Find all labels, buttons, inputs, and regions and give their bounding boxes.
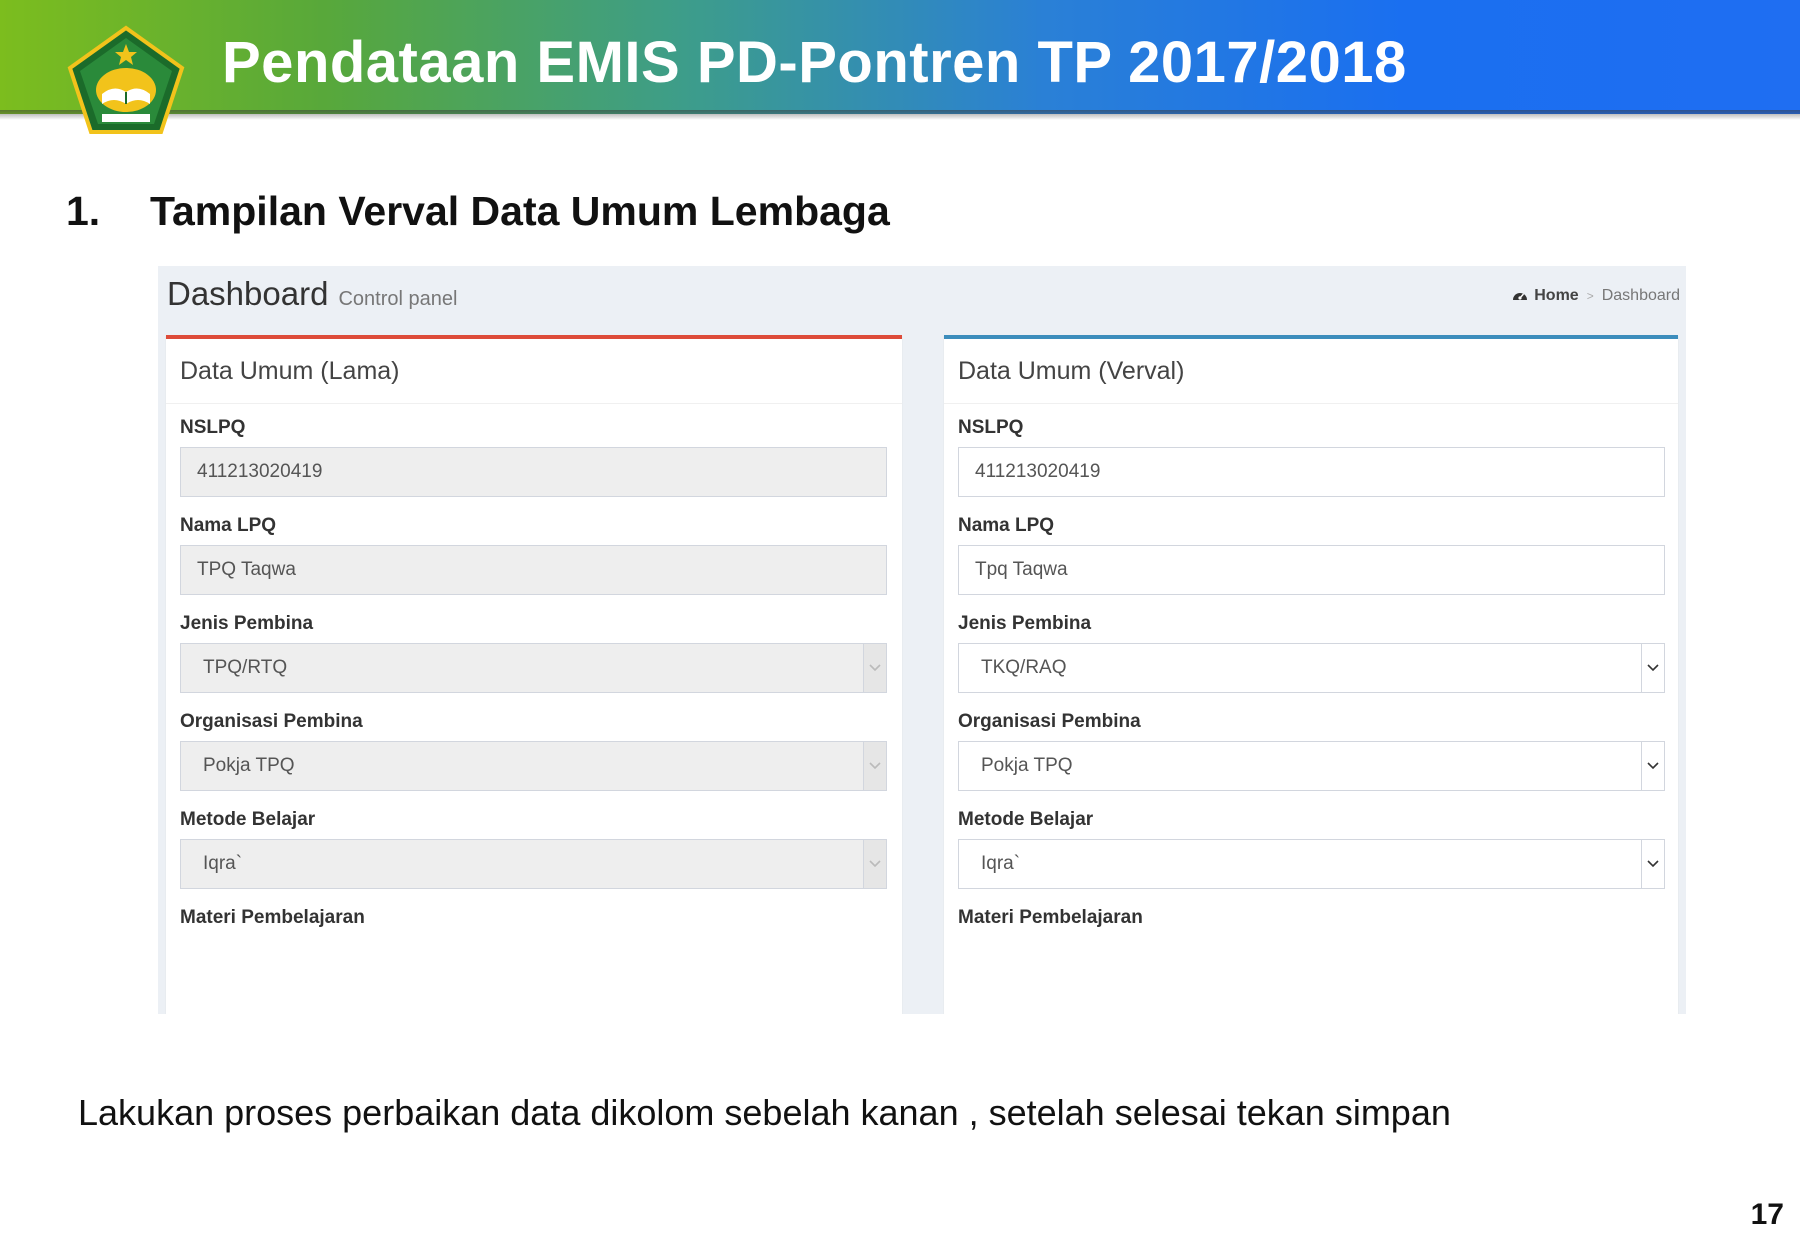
nslpq-label: NSLPQ	[180, 417, 246, 438]
breadcrumb-separator: >	[1586, 289, 1594, 303]
dropdown-button	[863, 742, 886, 790]
dashboard-icon	[1513, 293, 1528, 300]
organisasi-pembina-select[interactable]: Pokja TPQ	[958, 741, 1665, 791]
nslpq-label: NSLPQ	[958, 417, 1024, 438]
jenis-pembina-select-disabled: TPQ/RTQ	[180, 643, 887, 693]
breadcrumb: Home > Dashboard	[1512, 286, 1680, 306]
jenis-pembina-label: Jenis Pembina	[958, 613, 1092, 634]
metode-belajar-value: Iqra`	[981, 853, 1021, 874]
jenis-pembina-value: TKQ/RAQ	[981, 657, 1067, 678]
materi-pembelajaran-label: Materi Pembelajaran	[180, 907, 365, 928]
dropdown-button[interactable]	[1641, 644, 1664, 692]
jenis-pembina-value: TPQ/RTQ	[203, 657, 288, 678]
dropdown-button	[863, 840, 886, 888]
organisasi-pembina-label: Organisasi Pembina	[958, 711, 1141, 732]
panel-title: Data Umum (Lama)	[166, 339, 902, 404]
page-number: 17	[1750, 1198, 1784, 1231]
panel-title: Data Umum (Verval)	[944, 339, 1678, 404]
metode-belajar-select-disabled: Iqra`	[180, 839, 887, 889]
jenis-pembina-select[interactable]: TKQ/RAQ	[958, 643, 1665, 693]
organisasi-pembina-select-disabled: Pokja TPQ	[180, 741, 887, 791]
section-number: 1.	[66, 188, 101, 234]
instruction-text: Lakukan proses perbaikan data dikolom se…	[78, 1092, 1451, 1133]
nama-lpq-field-readonly: TPQ Taqwa	[180, 545, 887, 595]
embedded-app-screenshot: Dashboard Control panel Home > Dashboard Da…	[158, 266, 1686, 1014]
kemenag-emblem-icon	[67, 25, 185, 134]
dashboard-title-text: Dashboard	[167, 275, 329, 312]
nama-lpq-label: Nama LPQ	[180, 515, 277, 536]
breadcrumb-current: Dashboard	[1601, 287, 1680, 304]
chevron-down-icon	[1647, 762, 1659, 770]
section-heading: 1. Tampilan Verval Data Umum Lembaga	[66, 186, 890, 236]
section-title: Tampilan Verval Data Umum Lembaga	[150, 188, 890, 234]
nama-lpq-input[interactable]: Tpq Taqwa	[958, 545, 1665, 595]
dashboard-subtitle: Control panel	[338, 288, 458, 310]
data-umum-verval-panel: Data Umum (Verval) NSLPQ 411213020419 Na…	[944, 335, 1678, 1014]
breadcrumb-home-link[interactable]: Home	[1534, 287, 1578, 304]
materi-pembelajaran-label: Materi Pembelajaran	[958, 907, 1143, 928]
dashboard-title: Dashboard Control panel	[167, 274, 457, 319]
chevron-down-icon	[1647, 860, 1659, 868]
nslpq-field-readonly: 411213020419	[180, 447, 887, 497]
dropdown-button	[863, 644, 886, 692]
nama-lpq-label: Nama LPQ	[958, 515, 1055, 536]
chevron-down-icon	[869, 860, 881, 868]
organisasi-pembina-value: Pokja TPQ	[981, 755, 1073, 776]
data-umum-lama-panel: Data Umum (Lama) NSLPQ 411213020419 Nama…	[166, 335, 902, 1014]
chevron-down-icon	[1647, 664, 1659, 672]
nslpq-input[interactable]: 411213020419	[958, 447, 1665, 497]
metode-belajar-value: Iqra`	[203, 853, 243, 874]
jenis-pembina-label: Jenis Pembina	[180, 613, 314, 634]
chevron-down-icon	[869, 762, 881, 770]
organisasi-pembina-value: Pokja TPQ	[203, 755, 295, 776]
metode-belajar-select[interactable]: Iqra`	[958, 839, 1665, 889]
organisasi-pembina-label: Organisasi Pembina	[180, 711, 363, 732]
metode-belajar-label: Metode Belajar	[958, 809, 1094, 830]
metode-belajar-label: Metode Belajar	[180, 809, 316, 830]
slide-title: Pendataan EMIS PD-Pontren TP 2017/2018	[222, 30, 1407, 95]
chevron-down-icon	[869, 664, 881, 672]
header-shadow	[0, 110, 1800, 120]
dropdown-button[interactable]	[1641, 840, 1664, 888]
dropdown-button[interactable]	[1641, 742, 1664, 790]
